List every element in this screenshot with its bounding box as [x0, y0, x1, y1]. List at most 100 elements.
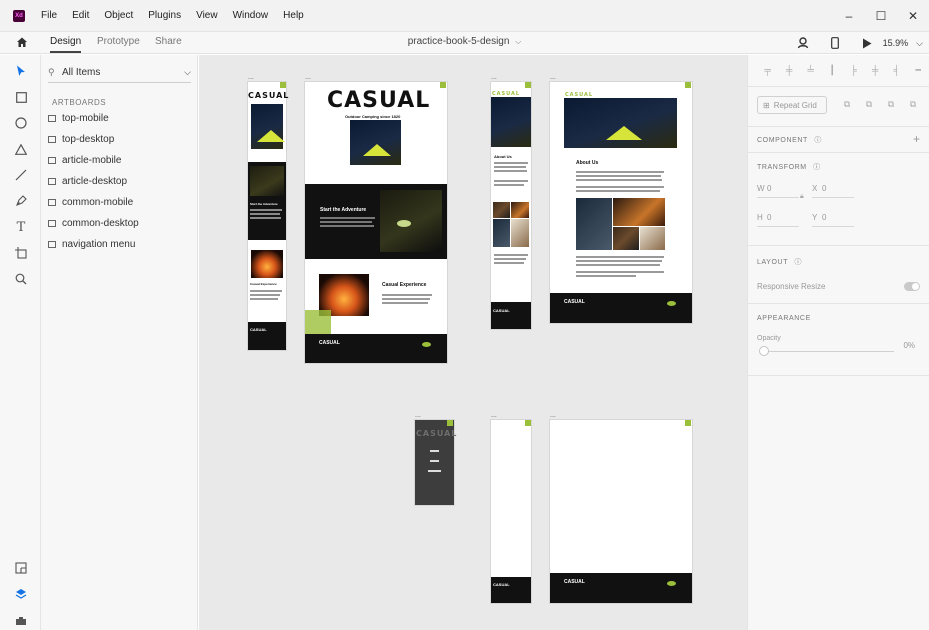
menu-edit[interactable]: Edit [72, 10, 89, 21]
layer-item-label: top-mobile [62, 112, 109, 124]
boolean-add-icon[interactable]: ⧉ [836, 99, 858, 110]
artboard-icon [48, 240, 56, 248]
info-icon[interactable]: ⓘ [795, 259, 803, 266]
boolean-subtract-icon[interactable]: ⧉ [858, 99, 880, 110]
maximize-button[interactable]: ☐ [865, 9, 897, 23]
x-field-underline [812, 197, 854, 198]
artboard-menu-dots[interactable]: ... [550, 74, 556, 81]
layers-filter-dropdown[interactable]: ⚲ All Items ⌵ [48, 63, 191, 83]
artboard-icon [48, 114, 56, 122]
artboards-section-title: ARTBOARDS [52, 98, 107, 107]
tent-image [363, 144, 391, 156]
info-icon[interactable]: ⓘ [814, 137, 822, 144]
boolean-intersect-icon[interactable]: ⧉ [880, 99, 902, 110]
layer-item-common-desktop[interactable]: common-desktop [48, 214, 139, 232]
layer-item-top-desktop[interactable]: top-desktop [48, 130, 114, 148]
menu-view[interactable]: View [196, 10, 218, 21]
width-field[interactable]: 0 [767, 184, 771, 193]
text-line [494, 162, 528, 164]
menu-help[interactable]: Help [283, 10, 304, 21]
y-field[interactable]: 0 [822, 213, 826, 222]
gallery-image [613, 227, 639, 250]
menu-toggle-square [525, 420, 531, 426]
lock-aspect-icon[interactable]: 🔒︎ [800, 193, 804, 201]
plugins-icon[interactable] [13, 612, 29, 628]
align-bottom-icon[interactable]: ╧ [801, 65, 821, 77]
artboard-top-desktop[interactable]: CASUAL Outdoor Camping since 1820 Start … [305, 82, 447, 363]
design-canvas[interactable]: ... CASUAL Start the Adventure Casual Ex… [199, 55, 747, 630]
opacity-slider-knob[interactable] [759, 346, 769, 356]
artboard-common-desktop[interactable]: CASUAL [550, 420, 692, 603]
share-user-icon[interactable] [787, 32, 819, 54]
height-label: H [757, 213, 763, 222]
text-line [494, 166, 526, 168]
responsive-resize-toggle[interactable] [904, 282, 920, 291]
layers-icon[interactable] [13, 586, 29, 602]
artboard-menu-dots[interactable]: ... [491, 74, 497, 81]
opacity-value[interactable]: 0% [903, 341, 915, 350]
device-preview-icon[interactable] [819, 32, 851, 54]
artboard-top-mobile[interactable]: CASUAL Start the Adventure Casual Experi… [248, 82, 290, 350]
menu-object[interactable]: Object [104, 10, 133, 21]
text-tool-icon[interactable]: T [13, 219, 29, 235]
zoom-level[interactable]: 15.9% [883, 38, 909, 48]
info-icon[interactable]: ⓘ [813, 164, 821, 171]
assets-icon[interactable] [13, 560, 29, 576]
line-tool-icon[interactable] [13, 167, 29, 183]
artboard-menu-dots[interactable]: ... [248, 74, 254, 81]
boolean-exclude-icon[interactable]: ⧉ [902, 99, 924, 110]
artboard-common-mobile[interactable]: CASUAL [491, 420, 531, 603]
layer-item-top-mobile[interactable]: top-mobile [48, 109, 109, 127]
align-center-icon[interactable]: ╪ [866, 65, 886, 77]
layer-item-article-mobile[interactable]: article-mobile [48, 151, 121, 169]
distribute-horizontal-icon[interactable]: ━ [909, 65, 929, 77]
artboard-article-mobile[interactable]: CASUAL About Us CASUAL [491, 82, 531, 329]
menu-window[interactable]: Window [233, 10, 269, 21]
play-icon[interactable] [851, 32, 883, 54]
footer [550, 573, 692, 603]
menu-toggle-square [685, 420, 691, 426]
adventure-image [380, 190, 442, 252]
artboard-menu-dots[interactable]: ... [415, 412, 421, 419]
artboard-menu-dots[interactable]: ... [305, 74, 311, 81]
rectangle-tool-icon[interactable] [13, 89, 29, 105]
layer-item-article-desktop[interactable]: article-desktop [48, 172, 127, 190]
text-line [576, 171, 664, 173]
layer-item-common-mobile[interactable]: common-mobile [48, 193, 133, 211]
height-field[interactable]: 0 [767, 213, 771, 222]
artboard-icon [48, 135, 56, 143]
x-field[interactable]: 0 [822, 184, 826, 193]
distribute-vertical-icon[interactable]: ┃ [823, 65, 843, 77]
artboard-navigation-menu[interactable]: CASUAL [415, 420, 456, 505]
align-middle-icon[interactable]: ╪ [780, 65, 800, 77]
opacity-slider-track[interactable] [768, 351, 894, 352]
text-line [494, 258, 526, 260]
artboard-menu-dots[interactable]: ... [491, 412, 497, 419]
zoom-tool-icon[interactable] [13, 271, 29, 287]
add-component-icon[interactable]: + [913, 132, 920, 146]
artboard-article-desktop[interactable]: CASUAL About Us CASUAL [550, 82, 692, 323]
artboard-menu-dots[interactable]: ... [550, 412, 556, 419]
polygon-tool-icon[interactable] [13, 141, 29, 157]
align-top-icon[interactable]: ╤ [758, 65, 778, 77]
hero-image [251, 104, 283, 149]
chevron-down-icon: ⌵ [184, 67, 191, 77]
align-toolbar: ╤ ╪ ╧ ┃ ╞ ╪ ╡ ━ [748, 55, 929, 87]
menu-plugins[interactable]: Plugins [148, 10, 181, 21]
close-button[interactable]: ✕ [897, 9, 929, 23]
repeat-grid-button[interactable]: ⊞ Repeat Grid [757, 96, 827, 114]
footer-logo-mark [422, 342, 431, 347]
brand-logo: CASUAL [248, 91, 290, 100]
pen-tool-icon[interactable] [13, 193, 29, 209]
minimize-button[interactable]: – [833, 9, 865, 23]
artboard-tool-icon[interactable] [13, 245, 29, 261]
align-right-icon[interactable]: ╡ [887, 65, 907, 77]
select-tool-icon[interactable] [13, 63, 29, 79]
text-line [320, 221, 372, 223]
text-line [250, 298, 278, 300]
chevron-down-icon[interactable]: ⌵ [916, 38, 923, 49]
layer-item-navigation-menu[interactable]: navigation menu [48, 235, 135, 253]
menu-file[interactable]: File [41, 10, 57, 21]
ellipse-tool-icon[interactable] [13, 115, 29, 131]
align-left-icon[interactable]: ╞ [844, 65, 864, 77]
